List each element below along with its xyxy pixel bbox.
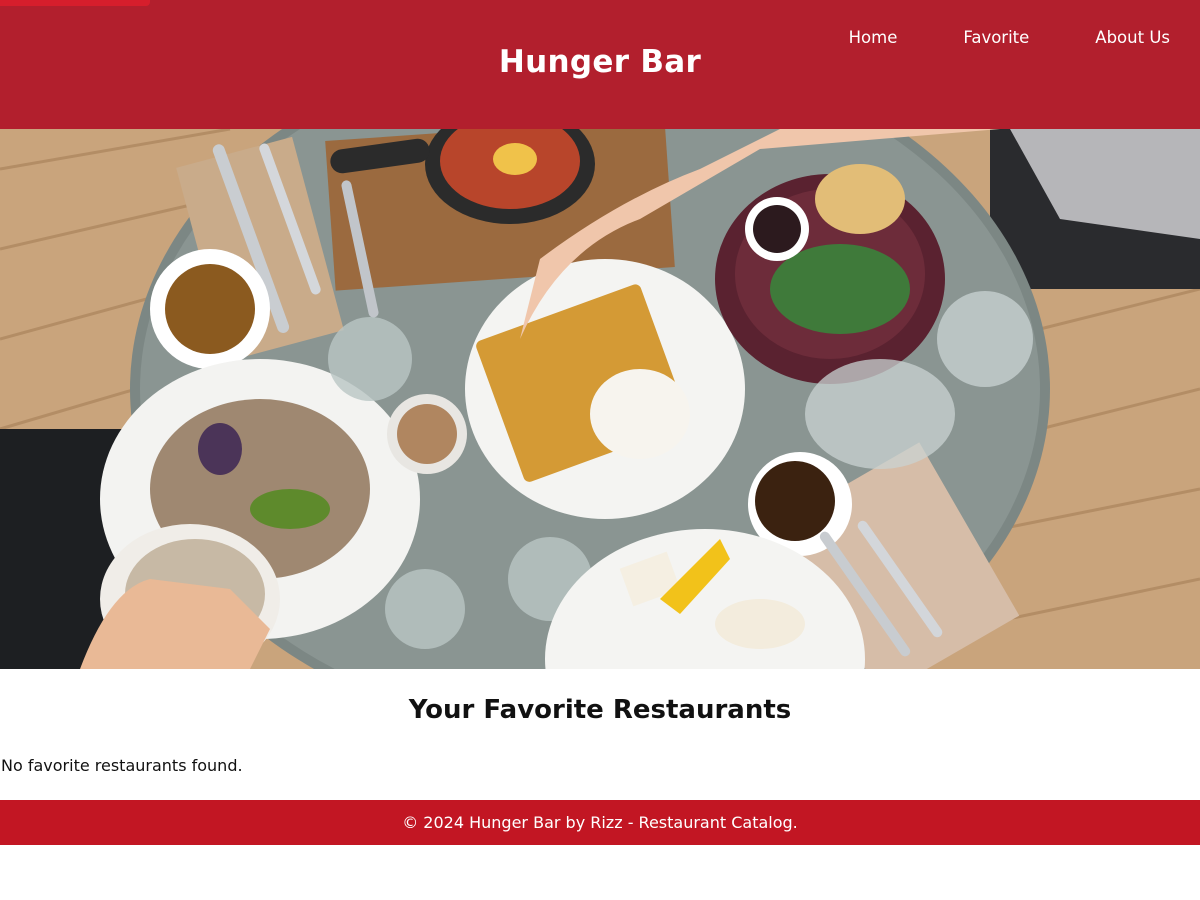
nav-favorite-link[interactable]: Favorite bbox=[897, 26, 1029, 50]
footer-copyright: © 2024 Hunger Bar by Rizz - Restaurant C… bbox=[402, 813, 798, 832]
page-title: Your Favorite Restaurants bbox=[408, 695, 792, 725]
main-content: Your Favorite Restaurants No favorite re… bbox=[0, 669, 1200, 800]
empty-state-message: No favorite restaurants found. bbox=[1, 756, 243, 775]
nav-about-us-link[interactable]: About Us bbox=[1029, 26, 1170, 50]
main-nav: Home Favorite About Us bbox=[783, 26, 1170, 50]
hero-illustration bbox=[0, 129, 1200, 669]
skip-to-content-link[interactable] bbox=[0, 0, 150, 6]
hero-image bbox=[0, 129, 1200, 669]
nav-home-link[interactable]: Home bbox=[783, 26, 898, 50]
site-footer: © 2024 Hunger Bar by Rizz - Restaurant C… bbox=[0, 800, 1200, 845]
app-bar: Hunger Bar Home Favorite About Us bbox=[0, 0, 1200, 129]
